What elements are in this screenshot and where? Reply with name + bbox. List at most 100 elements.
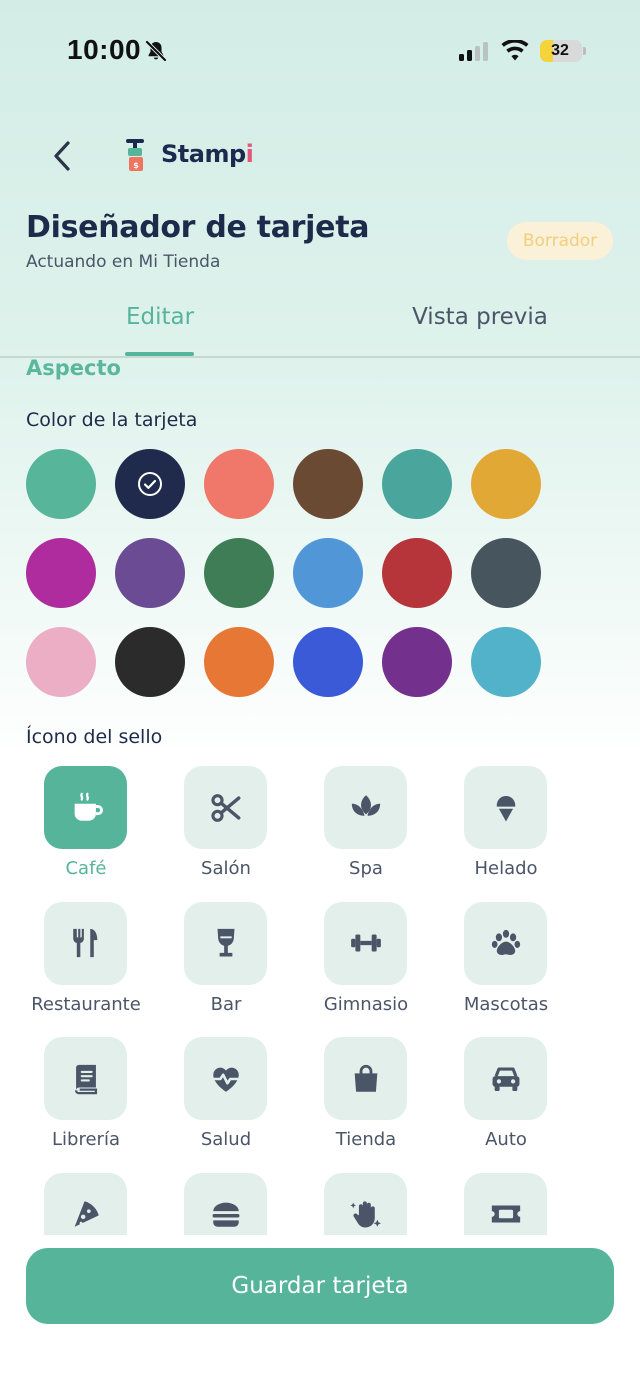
stamp-icon-tile[interactable] [464, 1037, 547, 1120]
shopping-bag-icon [354, 1064, 377, 1092]
stamp-icon-tile[interactable] [324, 1172, 407, 1235]
stamp-icon-label-text: Gimnasio [323, 993, 409, 1015]
sparkle-hand-icon [349, 1201, 381, 1228]
stamp-icon-option-ticket[interactable] [436, 1172, 576, 1235]
color-swatch[interactable] [204, 538, 274, 608]
stamp-icon-tile[interactable] [324, 766, 407, 849]
stamp-icon-option-cafe[interactable]: Café [16, 766, 156, 886]
color-swatch[interactable] [293, 449, 363, 519]
color-swatch[interactable] [115, 627, 185, 697]
book-icon [74, 1064, 97, 1094]
stamp-icon-option-manicure[interactable] [296, 1172, 436, 1235]
stamp-icon-option-helado[interactable]: Helado [436, 766, 576, 886]
stamp-icon-tile[interactable] [184, 766, 267, 849]
cellular-signal-icon [459, 42, 488, 61]
tab-vista-previa[interactable]: Vista previa [320, 304, 640, 330]
save-card-button[interactable]: Guardar tarjeta [26, 1248, 614, 1324]
stamp-icon-option-restaurante[interactable]: Restaurante [16, 901, 156, 1022]
stamp-icon-option-salud[interactable]: Salud [156, 1037, 296, 1157]
color-swatch[interactable] [471, 627, 541, 697]
lotus-icon [351, 794, 380, 816]
stamp-icon-label-text: Tienda [335, 1129, 397, 1150]
utensils-icon [72, 928, 97, 958]
page-title: Diseñador de tarjeta [26, 210, 370, 245]
stamp-icon-option-auto[interactable]: Auto [436, 1037, 576, 1157]
stamp-icon-option-gimnasio[interactable]: Gimnasio [296, 901, 436, 1022]
tab-bar: Editar Vista previa [0, 300, 640, 358]
stamp-icon-option-libreria[interactable]: Librería [16, 1037, 156, 1157]
stamp-icon-tile[interactable] [184, 901, 267, 985]
battery-percent: 32 [551, 42, 569, 59]
stamp-icon-tile[interactable] [184, 1037, 267, 1120]
stamp-icon-label-text: Librería [52, 1129, 120, 1150]
status-badge: Borrador [507, 222, 613, 260]
stamp-icon-tile[interactable] [184, 1172, 267, 1235]
color-swatch[interactable] [115, 449, 185, 519]
stamp-icon-tile[interactable] [44, 1037, 127, 1120]
ticket-icon [491, 1205, 520, 1223]
page-subtitle: Actuando en Mi Tienda [26, 252, 221, 272]
color-swatch[interactable] [382, 627, 452, 697]
stamp-icon-label-text: Café [65, 858, 107, 879]
stamp-icon-option-pizza[interactable] [16, 1172, 156, 1235]
stamp-icon-tile[interactable] [44, 766, 127, 849]
stamp-icon-label-text: Bar [210, 993, 242, 1015]
stamp-icon-tile[interactable] [324, 901, 407, 985]
color-swatch[interactable] [382, 449, 452, 519]
app-logo-text: Stampi [161, 140, 254, 168]
check-circle-icon [138, 472, 162, 496]
dumbbell-icon [350, 934, 381, 952]
stamp-icon-option-burger[interactable] [156, 1172, 296, 1235]
stamp-icon-tile[interactable] [44, 1172, 127, 1235]
app-name: Stamp [161, 140, 246, 168]
stamp-icon-option-salon[interactable]: Salón [156, 766, 296, 886]
heart-pulse-icon [212, 1067, 239, 1092]
stamp-icon-tile[interactable] [464, 901, 547, 985]
burger-icon [212, 1202, 239, 1227]
battery-tip [583, 47, 586, 55]
color-swatch[interactable] [26, 538, 96, 608]
color-swatch[interactable] [26, 449, 96, 519]
color-swatch[interactable] [293, 538, 363, 608]
color-swatch[interactable] [471, 449, 541, 519]
stamp-icon-option-tienda[interactable]: Tienda [296, 1037, 436, 1157]
stamp-icon-label: Ícono del sello [26, 726, 163, 748]
battery-indicator: 32 [540, 40, 582, 62]
status-time: 10:00 [67, 34, 142, 65]
stamp-icon-label-text: Helado [474, 858, 538, 879]
scissors-icon [210, 793, 240, 822]
wifi-icon [501, 40, 529, 61]
stamp-icon-grid: Café Salón Spa Helado Restaurante Bar Gimnasio… [0, 764, 640, 1235]
coffee-icon [74, 792, 103, 821]
stamp-icon-tile[interactable] [464, 766, 547, 849]
card-color-label: Color de la tarjeta [26, 409, 198, 431]
back-button[interactable] [44, 136, 80, 176]
stamp-icon-label-text: Auto [485, 1129, 527, 1150]
color-swatch[interactable] [471, 538, 541, 608]
color-swatch[interactable] [26, 627, 96, 697]
color-swatch[interactable] [293, 627, 363, 697]
pizza-icon [74, 1201, 99, 1227]
bell-muted-icon [145, 40, 167, 62]
color-swatch[interactable] [204, 627, 274, 697]
color-swatch[interactable] [204, 449, 274, 519]
tab-editar[interactable]: Editar [0, 304, 320, 330]
wine-glass-icon [217, 928, 234, 957]
stamp-icon-label-text: Restaurante [31, 993, 141, 1015]
stamp-icon-tile[interactable] [464, 1172, 547, 1235]
section-title-aspecto: Aspecto [26, 356, 121, 380]
chevron-left-icon [54, 141, 70, 171]
active-tab-indicator [125, 352, 194, 356]
color-swatch[interactable] [382, 538, 452, 608]
app-name-accent: i [245, 140, 254, 168]
stamp-icon-option-spa[interactable]: Spa [296, 766, 436, 886]
status-bar: 10:00 32 [0, 0, 640, 100]
stamp-icon-option-mascotas[interactable]: Mascotas [436, 901, 576, 1022]
stamp-icon-tile[interactable] [324, 1037, 407, 1120]
color-swatch[interactable] [115, 538, 185, 608]
stamp-icon-tile[interactable] [44, 901, 127, 985]
paw-icon [491, 929, 520, 956]
stampi-logo-icon: $ [126, 139, 144, 171]
ice-cream-icon [496, 795, 515, 821]
stamp-icon-option-bar[interactable]: Bar [156, 901, 296, 1022]
